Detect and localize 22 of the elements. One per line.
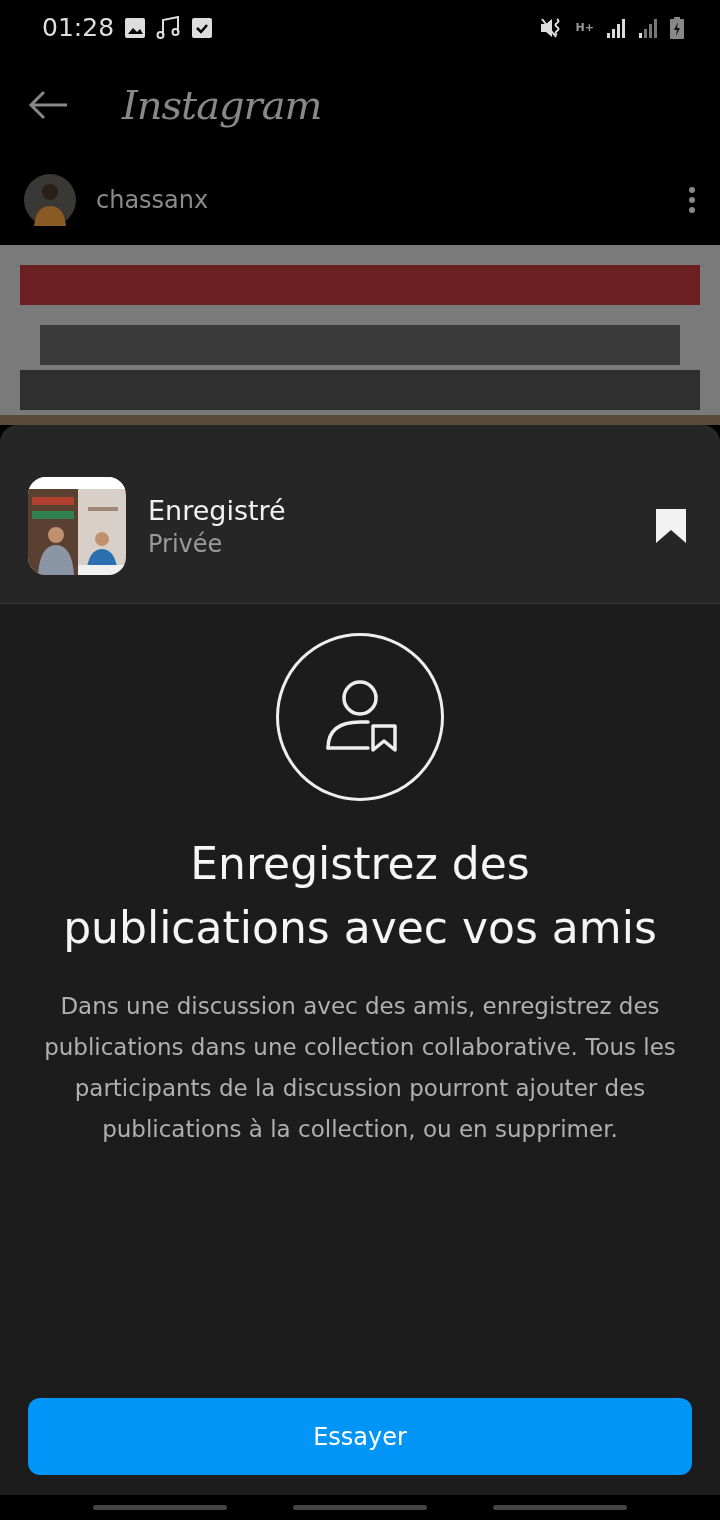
bookmark-icon[interactable] — [654, 507, 688, 545]
nav-handle[interactable] — [93, 1505, 227, 1510]
app-logo: Instagram — [122, 82, 322, 128]
back-arrow-icon[interactable] — [28, 90, 68, 120]
signal-icon — [606, 17, 626, 38]
nav-handle[interactable] — [293, 1505, 427, 1510]
clock-time: 01:28 — [42, 13, 115, 42]
person-bookmark-icon — [275, 632, 445, 802]
sheet-description: Dans une discussion avec des amis, enregistrez des publications dans une collection collaborative. Tous les participants de la discussion pourront ajouter des publications à la collection, ou en supprimer. — [43, 992, 677, 1144]
signal-icon — [638, 17, 658, 38]
username[interactable]: chassanx — [96, 186, 209, 214]
nav-handle[interactable] — [493, 1505, 627, 1510]
image-icon — [124, 16, 147, 39]
avatar[interactable] — [24, 174, 76, 226]
checkbox-icon — [192, 17, 213, 38]
sheet-title: Enregistrez des publications avec vos amis — [62, 837, 658, 955]
more-options-icon[interactable] — [688, 186, 696, 214]
try-button[interactable]: Essayer — [28, 1398, 692, 1475]
collection-name: Enregistré — [148, 494, 286, 526]
privacy-label: Privée — [148, 529, 224, 558]
network-type: H+ — [575, 22, 594, 33]
battery-icon — [670, 16, 684, 39]
